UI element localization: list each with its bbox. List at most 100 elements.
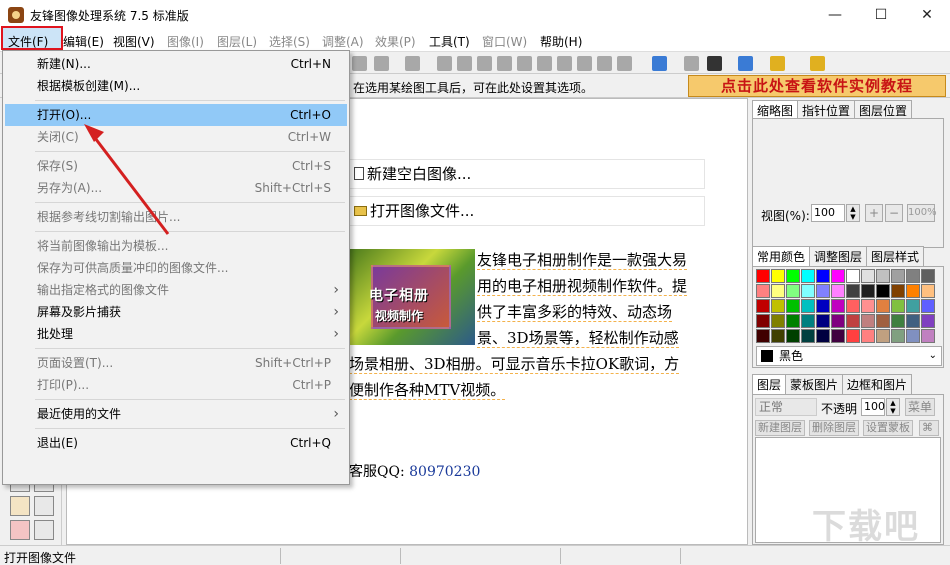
tab-mask-image[interactable]: 蒙板图片 (785, 374, 844, 394)
tool-icon[interactable] (517, 56, 532, 71)
color-swatch[interactable] (846, 269, 860, 283)
color-swatch[interactable] (816, 284, 830, 298)
color-swatch[interactable] (756, 284, 770, 298)
minimize-button[interactable]: — (812, 0, 858, 30)
color-swatch[interactable] (801, 299, 815, 313)
tool-icon[interactable] (352, 56, 367, 71)
color-swatch[interactable] (921, 299, 935, 313)
file-menu-item[interactable]: 根据参考线切割输出图片... (5, 206, 347, 228)
file-menu-item[interactable]: 屏幕及影片捕获 › (5, 301, 347, 323)
color-swatch[interactable] (831, 284, 845, 298)
zoom-in-button[interactable]: + (865, 204, 883, 222)
file-menu-item[interactable]: 根据模板创建(M)... (5, 75, 347, 97)
color-swatch[interactable] (861, 329, 875, 343)
color-swatch[interactable] (861, 269, 875, 283)
zoom-out-button[interactable]: − (885, 204, 903, 222)
tool-button[interactable] (34, 520, 54, 540)
tool-icon[interactable] (597, 56, 612, 71)
open-image-link[interactable]: 打开图像文件... (349, 196, 705, 226)
color-swatch[interactable] (906, 284, 920, 298)
color-swatch[interactable] (786, 299, 800, 313)
color-swatch[interactable] (816, 329, 830, 343)
file-menu-item[interactable]: 批处理 › (5, 323, 347, 345)
color-swatch[interactable] (906, 314, 920, 328)
zoom-100-button[interactable]: 100% (907, 204, 937, 222)
tab-adjust-layer[interactable]: 调整图层 (809, 246, 868, 266)
color-swatch[interactable] (756, 269, 770, 283)
color-swatch[interactable] (786, 269, 800, 283)
delete-layer-button[interactable]: 删除图层 (809, 420, 859, 436)
menu-tools[interactable]: 工具(T) (429, 33, 470, 51)
file-menu-item[interactable]: 新建(N)... Ctrl+N (5, 53, 347, 75)
opacity-spinner[interactable]: ▲ ▼ (886, 398, 900, 416)
zoom-spinner[interactable]: ▲ ▼ (846, 204, 860, 222)
color-swatch[interactable] (801, 329, 815, 343)
close-button[interactable]: ✕ (904, 0, 950, 30)
file-menu-item[interactable]: 另存为(A)... Shift+Ctrl+S (5, 177, 347, 199)
menu-window[interactable]: 窗口(W) (482, 33, 527, 51)
battery-icon[interactable] (810, 56, 825, 71)
color-swatch[interactable] (756, 314, 770, 328)
menu-file-active[interactable]: 文件(F) (8, 33, 48, 51)
tool-icon[interactable] (557, 56, 572, 71)
file-menu-item[interactable]: 打开(O)... Ctrl+O (5, 104, 347, 126)
color-swatch[interactable] (906, 269, 920, 283)
color-swatch[interactable] (831, 299, 845, 313)
maximize-button[interactable]: ☐ (858, 0, 904, 30)
tool-icon[interactable] (684, 56, 699, 71)
color-swatch[interactable] (876, 329, 890, 343)
tab-layer-style[interactable]: 图层样式 (866, 246, 925, 266)
film-icon[interactable] (707, 56, 722, 71)
tab-pointer-position[interactable]: 指针位置 (797, 100, 856, 120)
tool-icon[interactable] (577, 56, 592, 71)
tool-button[interactable] (10, 520, 30, 540)
file-menu-item[interactable]: 关闭(C) Ctrl+W (5, 126, 347, 148)
color-swatch[interactable] (861, 314, 875, 328)
tool-icon[interactable] (497, 56, 512, 71)
color-swatch[interactable] (876, 299, 890, 313)
tool-button[interactable] (34, 496, 54, 516)
menu-edit[interactable]: 编辑(E) (63, 33, 104, 51)
globe-icon[interactable] (652, 56, 667, 71)
menu-image[interactable]: 图像(I) (167, 33, 204, 51)
color-swatch[interactable] (861, 299, 875, 313)
undo-icon[interactable] (405, 56, 420, 71)
zoom-input[interactable]: 100 (811, 204, 845, 222)
color-swatch[interactable] (786, 329, 800, 343)
file-menu-item[interactable]: 输出指定格式的图像文件 › (5, 279, 347, 301)
color-swatch[interactable] (771, 299, 785, 313)
menu-adjust[interactable]: 调整(A) (322, 33, 364, 51)
color-swatch[interactable] (876, 269, 890, 283)
tool-icon[interactable] (537, 56, 552, 71)
qq-number[interactable]: 80970230 (409, 464, 480, 480)
color-swatch[interactable] (771, 314, 785, 328)
color-swatch[interactable] (891, 314, 905, 328)
menu-effects[interactable]: 效果(P) (375, 33, 416, 51)
color-swatch[interactable] (816, 299, 830, 313)
web-icon[interactable] (738, 56, 753, 71)
tab-layers[interactable]: 图层 (752, 374, 787, 394)
file-menu-item[interactable]: 保存(S) Ctrl+S (5, 155, 347, 177)
help-icon[interactable] (770, 56, 785, 71)
menu-layer[interactable]: 图层(L) (217, 33, 257, 51)
tool-icon[interactable] (477, 56, 492, 71)
file-menu-item[interactable]: 最近使用的文件 › (5, 403, 347, 425)
color-swatch[interactable] (846, 329, 860, 343)
color-swatch[interactable] (921, 284, 935, 298)
color-swatch[interactable] (771, 269, 785, 283)
color-swatch[interactable] (816, 269, 830, 283)
color-swatch[interactable] (876, 284, 890, 298)
album-promo-image[interactable]: 电子相册 视频制作 (349, 249, 475, 345)
file-menu-item[interactable]: 退出(E) Ctrl+Q (5, 432, 347, 454)
tool-icon[interactable] (374, 56, 389, 71)
color-swatch[interactable] (846, 299, 860, 313)
set-mask-button[interactable]: 设置蒙板 (863, 420, 913, 436)
color-swatch[interactable] (891, 329, 905, 343)
color-swatch[interactable] (816, 314, 830, 328)
color-swatch[interactable] (861, 284, 875, 298)
color-swatch[interactable] (831, 314, 845, 328)
link-icon[interactable]: ⌘ (919, 420, 939, 436)
tool-icon[interactable] (617, 56, 632, 71)
color-swatch[interactable] (906, 299, 920, 313)
color-swatch[interactable] (756, 329, 770, 343)
